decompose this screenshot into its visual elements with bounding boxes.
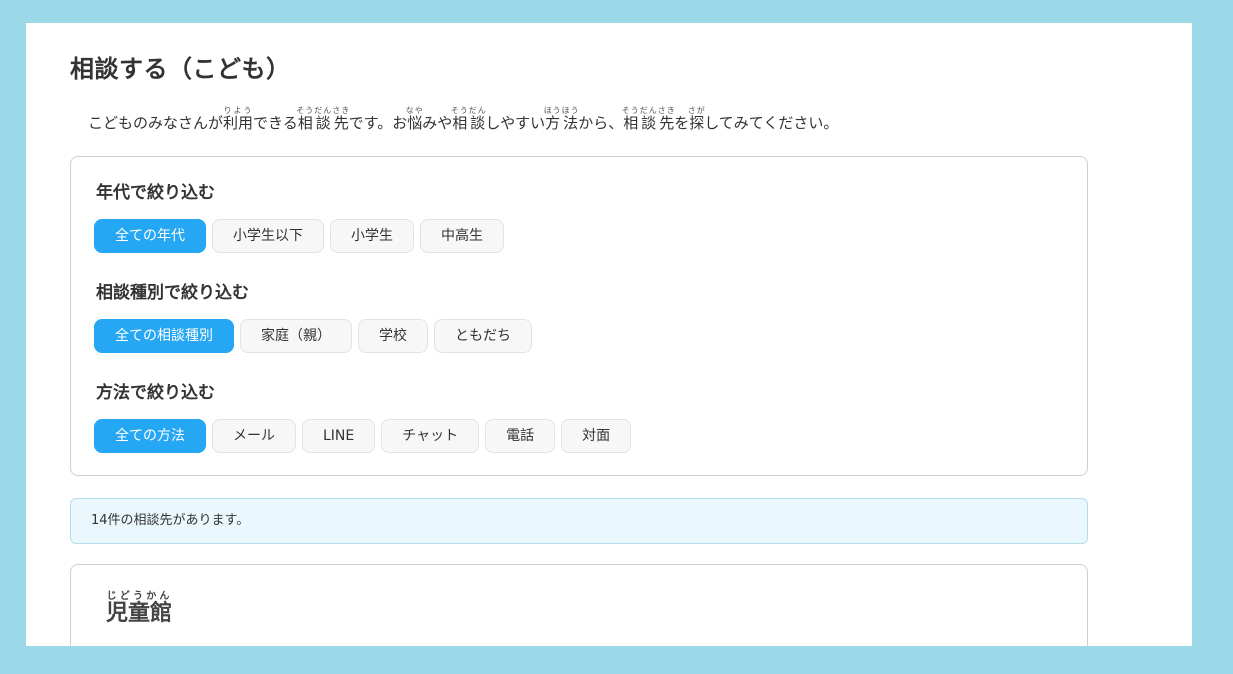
card-title[interactable]: 児童館じどうかん [106, 591, 172, 634]
filter-group-type: 相談種別で絞り込む 全ての相談種別 家庭（親） 学校 ともだち [94, 281, 532, 353]
filter-group-age: 年代で絞り込む 全ての年代 小学生以下 小学生 中高生 [94, 181, 504, 253]
intro-ruby: 相談先そうだんさき [621, 106, 676, 132]
filter-chips-type: 全ての相談種別 家庭（親） 学校 ともだち [94, 319, 532, 353]
intro-segment: から、 [578, 114, 624, 132]
filter-chips-age: 全ての年代 小学生以下 小学生 中高生 [94, 219, 504, 253]
filter-panel: 年代で絞り込む 全ての年代 小学生以下 小学生 中高生 相談種別で絞り込む 全て… [70, 156, 1088, 476]
intro-ruby: 利用りよう [223, 106, 254, 132]
page-container: 相談する（こども） こどものみなさんが利用りようできる相談先そうだんさきです。お… [26, 23, 1192, 646]
intro-text: こどものみなさんが利用りようできる相談先そうだんさきです。お悩なやみや相談そうだ… [88, 103, 838, 143]
chip-age-all[interactable]: 全ての年代 [94, 219, 206, 253]
intro-segment: できる [253, 114, 298, 132]
filter-group-method: 方法で絞り込む 全ての方法 メール LINE チャット 電話 対面 [94, 381, 632, 453]
consultation-card[interactable]: 児童館じどうかん [70, 564, 1088, 646]
filter-heading-age: 年代で絞り込む [96, 183, 215, 203]
chip-type-all[interactable]: 全ての相談種別 [94, 319, 234, 353]
intro-segment: こどものみなさんが [88, 114, 224, 132]
chip-type-school[interactable]: 学校 [358, 319, 428, 353]
chip-method-all[interactable]: 全ての方法 [94, 419, 206, 453]
intro-segment: です。お [348, 114, 408, 132]
page-title: 相談する（こども） [70, 55, 291, 83]
filter-heading-method: 方法で絞り込む [96, 383, 215, 403]
chip-age-elementary[interactable]: 小学生 [330, 219, 414, 253]
intro-ruby: 方法ほうほう [543, 106, 580, 132]
intro-ruby: 悩なや [405, 106, 424, 132]
chip-type-friends[interactable]: ともだち [434, 319, 532, 353]
chip-age-junior-senior-high[interactable]: 中高生 [420, 219, 504, 253]
intro-ruby: 探さが [687, 106, 706, 132]
result-count-banner: 14件の相談先があります。 [70, 498, 1088, 544]
chip-method-mail[interactable]: メール [212, 419, 296, 453]
intro-ruby: 相談先そうだんさき [296, 106, 351, 132]
intro-ruby: 相談そうだん [450, 106, 487, 132]
intro-segment: してみてください。 [704, 114, 839, 132]
chip-method-line[interactable]: LINE [302, 419, 376, 453]
filter-chips-method: 全ての方法 メール LINE チャット 電話 対面 [94, 419, 632, 453]
chip-method-chat[interactable]: チャット [381, 419, 480, 453]
chip-age-under-elementary[interactable]: 小学生以下 [212, 219, 324, 253]
chip-type-family[interactable]: 家庭（親） [240, 319, 352, 353]
intro-segment: しやすい [485, 114, 546, 132]
chip-method-phone[interactable]: 電話 [485, 419, 556, 453]
chip-method-face-to-face[interactable]: 対面 [561, 419, 632, 453]
intro-segment: みや [422, 114, 453, 132]
filter-heading-type: 相談種別で絞り込む [96, 283, 249, 303]
